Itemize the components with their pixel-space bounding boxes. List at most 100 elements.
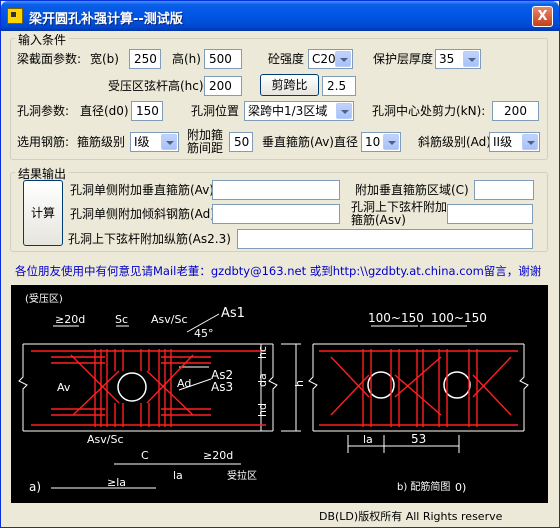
asv-field[interactable] bbox=[447, 204, 533, 224]
rebar-label: 选用钢筋: bbox=[17, 135, 70, 149]
label-tension-zone: 受拉区 bbox=[227, 469, 257, 482]
position-label: 孔洞位置 bbox=[191, 104, 240, 118]
concrete-select-value: C20 bbox=[312, 52, 336, 66]
hole-params-label: 孔洞参数: bbox=[17, 104, 70, 118]
c-field[interactable] bbox=[474, 180, 534, 200]
label-figure-a: a) bbox=[29, 480, 41, 494]
break-line-left-a bbox=[18, 344, 28, 431]
chevron-down-icon[interactable] bbox=[383, 134, 399, 150]
label-asv-sc-bottom: Asv/Sc bbox=[87, 433, 124, 446]
cover-select-value: 35 bbox=[439, 52, 455, 66]
chevron-down-icon[interactable] bbox=[161, 134, 177, 150]
break-line-right-b bbox=[519, 344, 529, 431]
diagonal-grade-select[interactable]: II级 bbox=[489, 132, 540, 152]
reinforcement-drawing: (受压区) ≥20d Sc Asv/Sc As1 45° As2 As3 Av … bbox=[18, 293, 529, 494]
vertical-stirrup-value: 10 bbox=[365, 135, 381, 149]
height-field[interactable]: 500 bbox=[204, 49, 242, 69]
label-sc: Sc bbox=[115, 313, 128, 326]
label-la-mid: la bbox=[173, 469, 183, 482]
label-as1: As1 bbox=[221, 306, 245, 321]
reinforcement-diagram: (受压区) ≥20d Sc Asv/Sc As1 45° As2 As3 Av … bbox=[11, 285, 548, 503]
extra-stirrup-field[interactable]: 50 bbox=[229, 132, 253, 152]
position-select-value: 梁跨中1/3区域 bbox=[248, 104, 328, 118]
app-icon bbox=[7, 8, 23, 24]
hc-label: 受压区弦杆高(hc) bbox=[108, 79, 204, 93]
app-window: 梁开圆孔补强计算--测试版 X 输入条件 梁截面参数: 宽(b) 250 高(h… bbox=[0, 0, 560, 528]
input-group-legend: 输入条件 bbox=[15, 31, 70, 48]
label-ad: Ad bbox=[177, 377, 191, 390]
label-hd: hd bbox=[256, 403, 269, 417]
label-asv-sc-top: Asv/Sc bbox=[151, 313, 188, 326]
rebar-stirrups-b bbox=[362, 349, 478, 427]
diameter-label: 直径(d0) bbox=[80, 104, 129, 118]
rebar-chord-stirrups-a bbox=[114, 349, 150, 427]
break-line-left-b bbox=[308, 344, 318, 431]
contact-info-text: 各位朋友使用中有何意见请Mail老董：gzdbty@163.net 或到http… bbox=[15, 264, 542, 278]
c-label: 附加垂直箍筋区域(C) bbox=[355, 183, 469, 197]
cover-label: 保护层厚度 bbox=[373, 52, 434, 66]
extra-stirrup-label: 附加箍筋间距 bbox=[187, 128, 224, 155]
position-select[interactable]: 梁跨中1/3区域 bbox=[244, 101, 354, 121]
ad-label: 孔洞单侧附加倾斜钢筋(Ad) bbox=[70, 207, 215, 221]
vertical-stirrup-label: 垂直箍筋(Av)直径 bbox=[262, 135, 358, 149]
cover-select[interactable]: 35 bbox=[435, 49, 481, 69]
label-da: da bbox=[256, 373, 269, 387]
label-53: 53 bbox=[411, 432, 426, 446]
stirrup-grade-label: 箍筋级别 bbox=[77, 135, 126, 149]
label-figure-b: b) 配筋简图 bbox=[397, 480, 450, 493]
section-params-label: 梁截面参数: bbox=[17, 52, 82, 66]
label-100-150-a: 100~150 bbox=[368, 311, 424, 325]
concrete-label: 砼强度 bbox=[268, 52, 305, 66]
label-100-150-b: 100~150 bbox=[431, 311, 487, 325]
chevron-down-icon[interactable] bbox=[335, 51, 351, 67]
span-ratio-field[interactable]: 2.5 bbox=[322, 76, 356, 96]
ad-field[interactable] bbox=[212, 204, 340, 224]
span-ratio-button[interactable]: 剪跨比 bbox=[260, 74, 319, 96]
label-45: 45° bbox=[194, 327, 214, 340]
hole-circle-b-right bbox=[443, 371, 471, 399]
diagonal-grade-label: 斜筋级别(Ad) bbox=[418, 135, 491, 149]
width-field[interactable]: 250 bbox=[129, 49, 161, 69]
copyright-footer: DB(LD)版权所有 All Rights reserve bbox=[319, 510, 503, 523]
stirrup-grade-value: I级 bbox=[134, 135, 150, 149]
calculate-button[interactable]: 计算 bbox=[23, 180, 63, 246]
label-figure-b-tail: 0) bbox=[455, 481, 466, 494]
chevron-down-icon[interactable] bbox=[336, 103, 352, 119]
shear-label: 孔洞中心处剪力(kN): bbox=[372, 104, 486, 118]
stirrup-grade-select[interactable]: I级 bbox=[130, 132, 179, 152]
concrete-select[interactable]: C20 bbox=[308, 49, 353, 69]
hole-circle-a bbox=[117, 372, 147, 402]
label-la-left: ≥la bbox=[107, 476, 126, 489]
rebar-as3-right bbox=[161, 408, 211, 416]
hole-circle-b-left bbox=[367, 371, 395, 399]
close-button[interactable]: X bbox=[532, 6, 553, 27]
av-field[interactable] bbox=[212, 180, 340, 200]
rebar-diagonal-b bbox=[330, 356, 512, 416]
label-hc: hc bbox=[256, 346, 269, 359]
as23-field[interactable] bbox=[237, 229, 533, 249]
label-20d-left: ≥20d bbox=[55, 313, 85, 326]
label-c: C bbox=[141, 449, 149, 462]
diameter-field[interactable]: 150 bbox=[131, 101, 163, 121]
av-label: 孔洞单侧附加垂直箍筋(Av) bbox=[70, 183, 214, 197]
shear-field[interactable]: 200 bbox=[492, 101, 539, 121]
label-20d-bottom: ≥20d bbox=[203, 449, 233, 462]
window-title: 梁开圆孔补强计算--测试版 bbox=[29, 12, 183, 27]
label-as3: As3 bbox=[211, 380, 233, 394]
diagonal-grade-value: II级 bbox=[493, 135, 513, 149]
vertical-stirrup-select[interactable]: 10 bbox=[361, 132, 401, 152]
chevron-down-icon[interactable] bbox=[463, 51, 479, 67]
title-bar[interactable]: 梁开圆孔补强计算--测试版 X bbox=[1, 1, 559, 31]
chevron-down-icon[interactable] bbox=[522, 134, 538, 150]
label-h: h bbox=[293, 380, 306, 387]
hc-field[interactable]: 200 bbox=[204, 76, 242, 96]
rebar-diagonal-a bbox=[70, 354, 194, 416]
break-line-right-a bbox=[268, 344, 278, 431]
label-av: Av bbox=[57, 381, 71, 394]
label-la-right: la bbox=[363, 433, 373, 446]
as23-label: 孔洞上下弦杆附加纵筋(As2.3) bbox=[68, 232, 231, 246]
height-label: 高(h) bbox=[172, 52, 201, 66]
label-compression-zone: (受压区) bbox=[25, 293, 63, 305]
width-label: 宽(b) bbox=[90, 52, 119, 66]
rebar-stirrups-a bbox=[94, 349, 172, 427]
